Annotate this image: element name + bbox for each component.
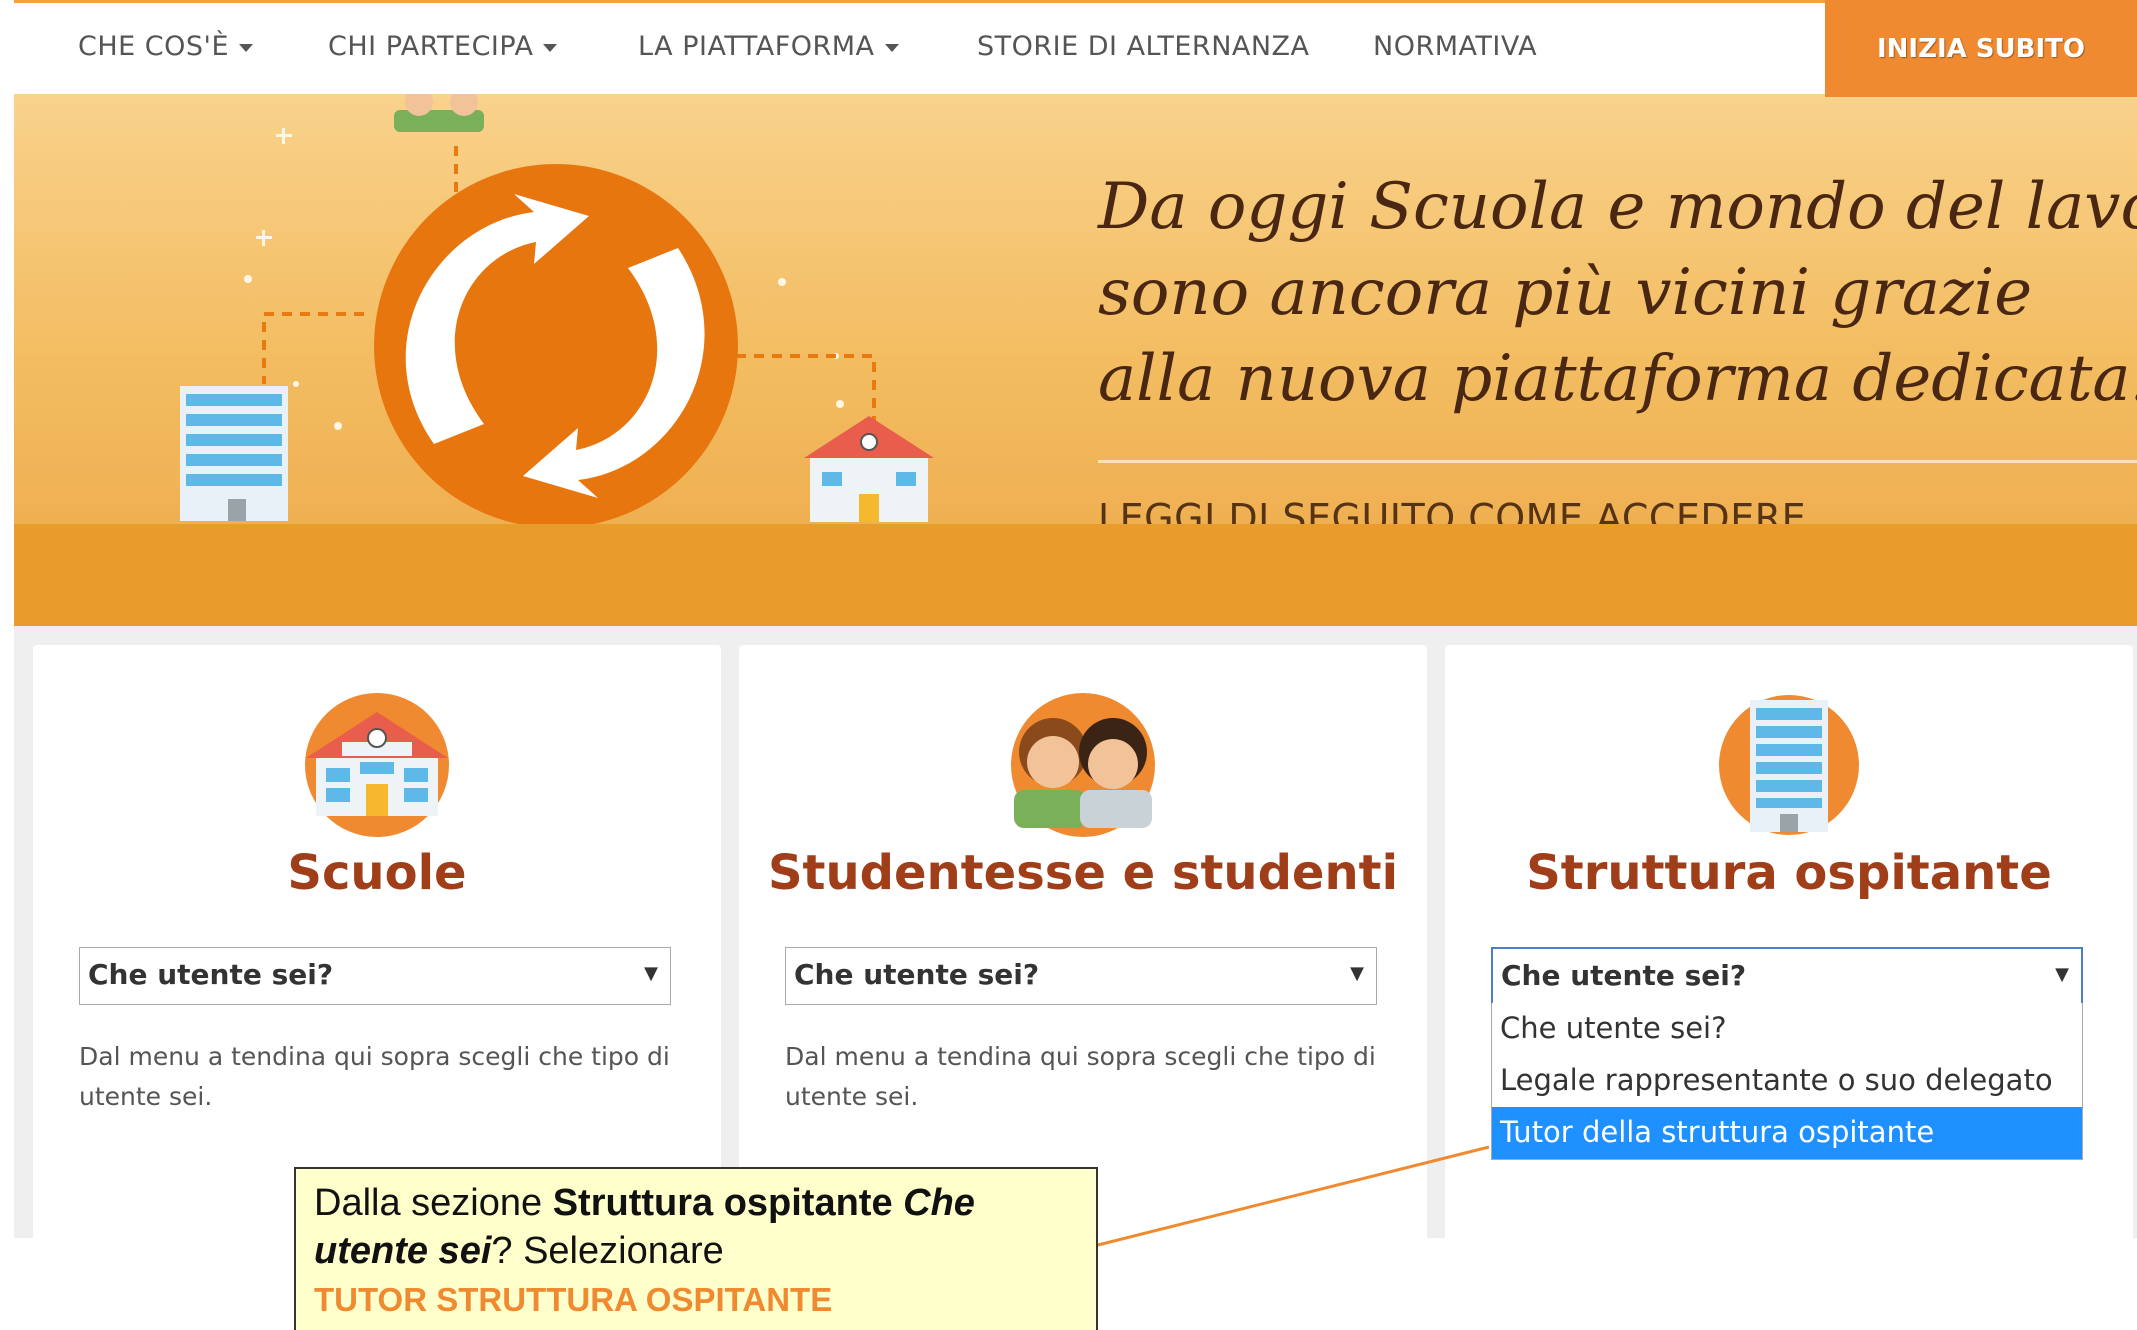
dropdown-arrow-icon: ▼ bbox=[1350, 963, 1364, 984]
nav-item-normativa[interactable]: NORMATIVA bbox=[1373, 31, 1537, 62]
school-small-icon bbox=[804, 416, 934, 522]
nav-item-storie-di-alternanza[interactable]: STORIE DI ALTERNANZA bbox=[977, 31, 1310, 62]
instruction-callout: Dalla sezione Struttura ospitante Che ut… bbox=[294, 1167, 1098, 1330]
user-type-select[interactable]: Che utente sei? ▼ bbox=[785, 947, 1377, 1005]
callout-text: Dalla sezione bbox=[314, 1182, 553, 1224]
dropdown-arrow-icon: ▼ bbox=[2055, 964, 2069, 985]
nav-item-label: NORMATIVA bbox=[1373, 31, 1538, 62]
select-value: Che utente sei? bbox=[794, 958, 1040, 991]
card-description: Dal menu a tendina qui sopra scegli che … bbox=[79, 1042, 670, 1111]
callout-italic: Che bbox=[903, 1182, 975, 1224]
dropdown-arrow-icon: ▼ bbox=[644, 963, 658, 984]
caret-down-icon bbox=[884, 44, 899, 52]
nav-item-che-cose[interactable]: CHE COS'È bbox=[78, 31, 254, 62]
dropdown-option[interactable]: Legale rappresentante o suo delegato bbox=[1492, 1055, 2082, 1107]
callout-highlight: TUTOR STRUTTURA OSPITANTE bbox=[314, 1281, 833, 1318]
card-title: Struttura ospitante bbox=[1526, 845, 2052, 901]
card-title: Scuole bbox=[287, 845, 467, 901]
students-small-icon bbox=[394, 94, 484, 132]
top-navigation: CHE COS'È CHI PARTECIPA LA PIATTAFORMA S… bbox=[14, 0, 2137, 97]
user-type-dropdown-list: Che utente sei? Legale rappresentante o … bbox=[1491, 1003, 2083, 1160]
select-value: Che utente sei? bbox=[1501, 959, 1747, 992]
hero-divider bbox=[1098, 460, 2137, 463]
nav-item-chi-partecipa[interactable]: CHI PARTECIPA bbox=[328, 31, 558, 62]
students-icon bbox=[1011, 693, 1155, 837]
office-building-icon bbox=[1719, 695, 1859, 835]
nav-item-label: LA PIATTAFORMA bbox=[638, 31, 875, 62]
caret-down-icon bbox=[543, 44, 558, 52]
select-value: Che utente sei? bbox=[88, 958, 334, 991]
card-title: Studentesse e studenti bbox=[767, 845, 1399, 901]
dropdown-option-selected[interactable]: Tutor della struttura ospitante bbox=[1492, 1107, 2082, 1159]
caret-down-icon bbox=[239, 44, 254, 52]
callout-bold: Struttura ospitante bbox=[552, 1182, 893, 1224]
card-description: Dal menu a tendina qui sopra scegli che … bbox=[785, 1042, 1376, 1111]
hero-headline-line: sono ancora più vicini grazie bbox=[1098, 256, 2033, 330]
nav-item-label: STORIE DI ALTERNANZA bbox=[977, 31, 1310, 62]
hero-band bbox=[14, 524, 2137, 626]
nav-item-label: CHI PARTECIPA bbox=[328, 31, 534, 62]
hero-subtitle: LEGGI DI SEGUITO COME ACCEDERE bbox=[1098, 496, 1807, 524]
user-type-select[interactable]: Che utente sei? ▼ bbox=[1491, 947, 2083, 1005]
school-icon bbox=[305, 693, 449, 837]
hero-headline-line: alla nuova piattaforma dedicata! bbox=[1098, 342, 2137, 416]
callout-text: ? Selezionare bbox=[491, 1230, 724, 1272]
card-scuole: Scuole Che utente sei? ▼ Dal menu a tend… bbox=[33, 645, 721, 1245]
hero-headline-line: Da oggi Scuola e mondo del lavoro bbox=[1098, 170, 2137, 244]
hero-banner: Da oggi Scuola e mondo del lavoro sono a… bbox=[14, 94, 2137, 524]
callout-italic: utente sei bbox=[314, 1230, 492, 1272]
office-building-small-icon bbox=[180, 386, 288, 521]
nav-item-la-piattaforma[interactable]: LA PIATTAFORMA bbox=[638, 31, 899, 62]
nav-item-label: CHE COS'È bbox=[78, 31, 230, 62]
card-studenti: Studentesse e studenti Che utente sei? ▼… bbox=[739, 645, 1427, 1245]
exchange-illustration bbox=[180, 94, 934, 524]
user-type-select[interactable]: Che utente sei? ▼ bbox=[79, 947, 671, 1005]
hero-headline: Da oggi Scuola e mondo del lavoro sono a… bbox=[1098, 164, 2137, 422]
inizia-subito-button[interactable]: INIZIA SUBITO bbox=[1825, 0, 2137, 97]
dropdown-option[interactable]: Che utente sei? bbox=[1492, 1003, 2082, 1055]
